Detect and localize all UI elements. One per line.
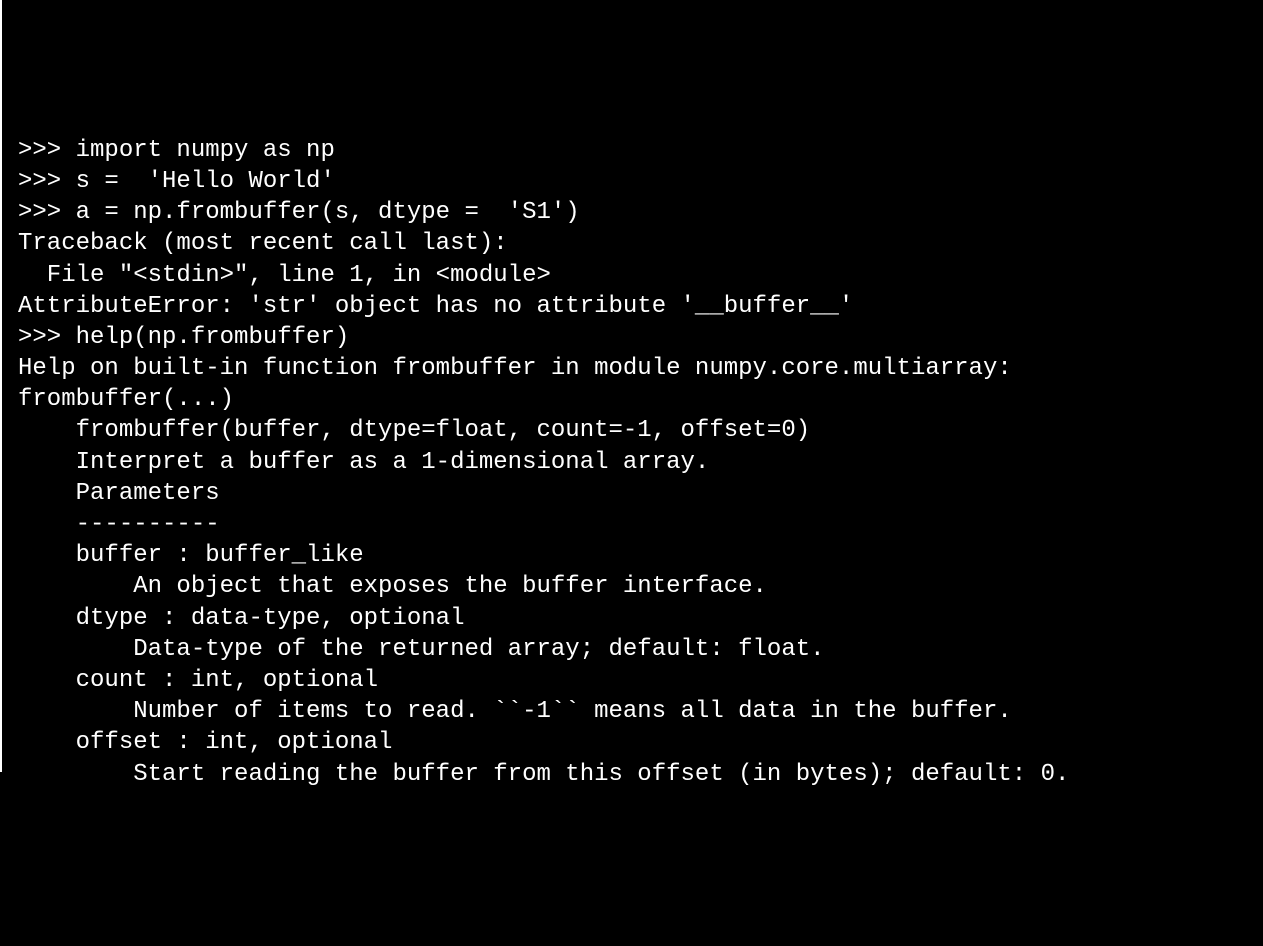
terminal-output[interactable]: >>> import numpy as np>>> s = 'Hello Wor… xyxy=(18,135,1247,790)
terminal-line: AttributeError: 'str' object has no attr… xyxy=(18,291,1247,322)
terminal-line: Traceback (most recent call last): xyxy=(18,228,1247,259)
terminal-line: buffer : buffer_like xyxy=(18,540,1247,571)
terminal-line: offset : int, optional xyxy=(18,727,1247,758)
terminal-line: File "<stdin>", line 1, in <module> xyxy=(18,260,1247,291)
terminal-line: dtype : data-type, optional xyxy=(18,603,1247,634)
terminal-line: Start reading the buffer from this offse… xyxy=(18,759,1247,790)
terminal-line: >>> help(np.frombuffer) xyxy=(18,322,1247,353)
terminal-line: Interpret a buffer as a 1-dimensional ar… xyxy=(18,447,1247,478)
terminal-line: >>> import numpy as np xyxy=(18,135,1247,166)
terminal-line: frombuffer(...) xyxy=(18,384,1247,415)
terminal-line: An object that exposes the buffer interf… xyxy=(18,571,1247,602)
terminal-line: frombuffer(buffer, dtype=float, count=-1… xyxy=(18,415,1247,446)
terminal-line: Data-type of the returned array; default… xyxy=(18,634,1247,665)
terminal-line: Help on built-in function frombuffer in … xyxy=(18,353,1247,384)
terminal-line: ---------- xyxy=(18,509,1247,540)
terminal-line: >>> a = np.frombuffer(s, dtype = 'S1') xyxy=(18,197,1247,228)
terminal-line: count : int, optional xyxy=(18,665,1247,696)
terminal-line: Parameters xyxy=(18,478,1247,509)
terminal-line: Number of items to read. ``-1`` means al… xyxy=(18,696,1247,727)
terminal-line: >>> s = 'Hello World' xyxy=(18,166,1247,197)
